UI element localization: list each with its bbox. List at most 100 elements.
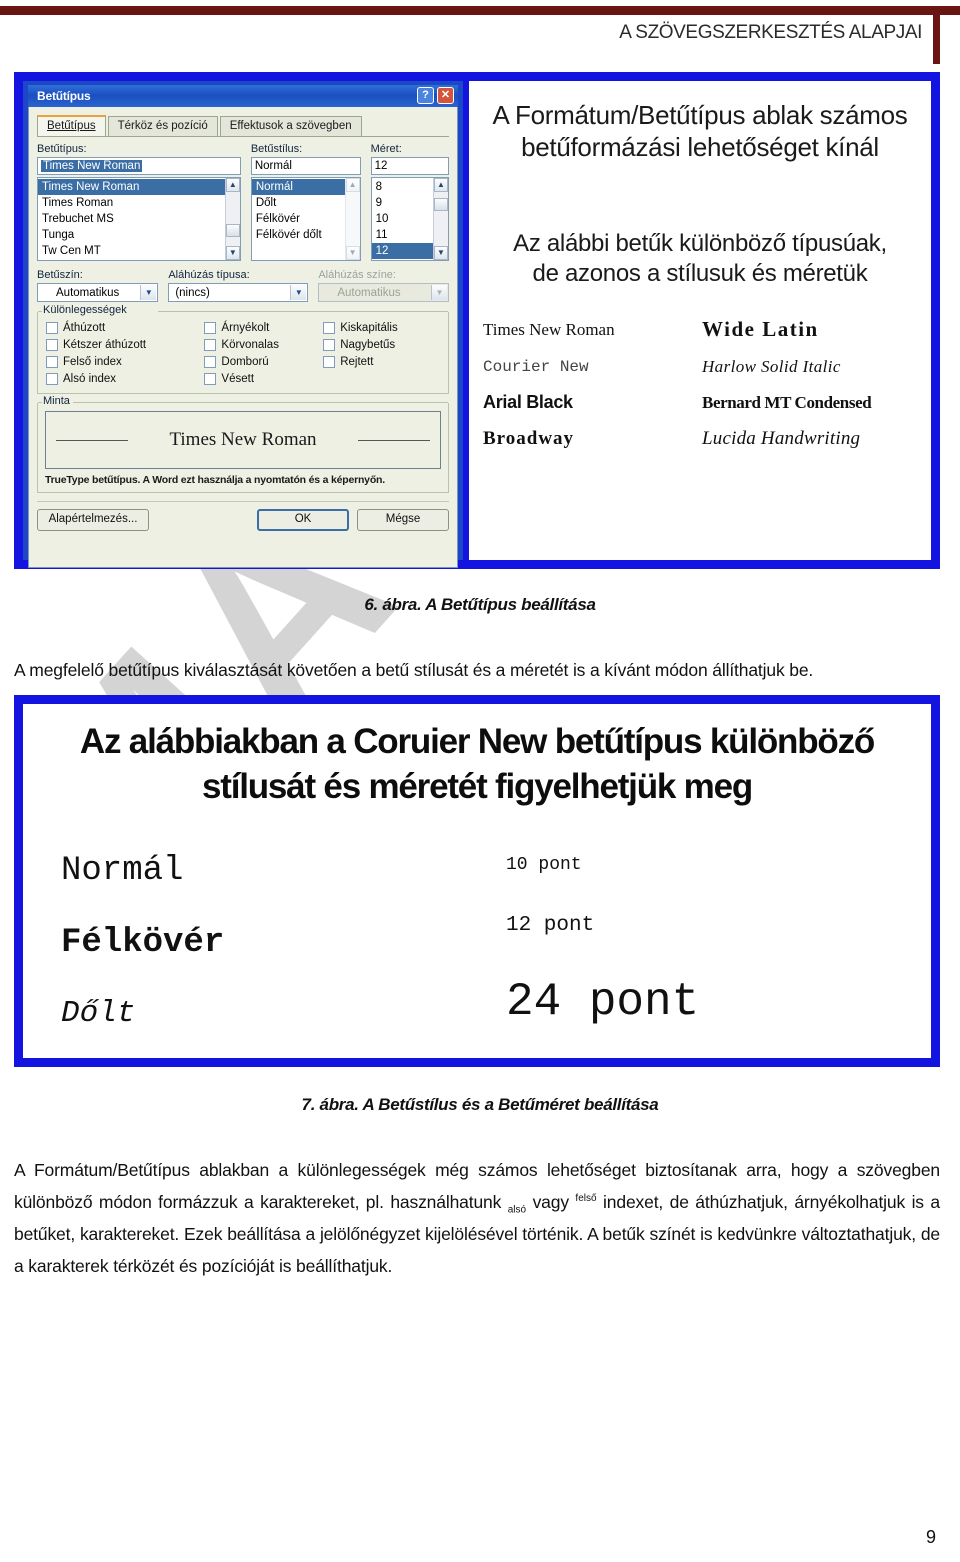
- checkbox-box[interactable]: [323, 322, 336, 334]
- font-list-scrollbar[interactable]: ▲ ▼: [224, 178, 240, 260]
- list-item[interactable]: Félkövér: [252, 211, 345, 227]
- font-column: Betűtípus: Times New Roman Times New Rom…: [37, 143, 241, 261]
- checkbox-label: Domború: [221, 356, 269, 368]
- checkbox-box[interactable]: [204, 339, 217, 351]
- checkbox-box[interactable]: [46, 322, 58, 334]
- font-sample-harlow-solid-italic: Harlow Solid Italic: [702, 357, 841, 377]
- checkbox-label: Felső index: [63, 356, 122, 368]
- font-color-label: Betűszín:: [37, 269, 83, 281]
- checkbox-label: Kiskapitális: [340, 322, 398, 334]
- style-list-scrollbar[interactable]: ▲ ▼: [344, 178, 360, 260]
- tab-terkoz-pozicio[interactable]: Térköz és pozíció: [107, 116, 218, 136]
- underline-color-label: Aláhúzás színe:: [318, 269, 396, 281]
- figure-7-sizes-column: 10 pont 12 pont 24 pont: [466, 835, 911, 1047]
- size-input[interactable]: 12: [370, 157, 450, 175]
- dialog-titlebar: Betűtípus ? ✕: [28, 85, 458, 107]
- font-sample-arial-black: Arial Black: [483, 392, 573, 413]
- paragraph-2-subscript: alsó: [507, 1204, 527, 1216]
- checkbox-kiskapitalis[interactable]: Kiskapitális: [323, 322, 442, 334]
- checkbox-athuzott[interactable]: Áthúzott: [46, 322, 204, 334]
- checkbox-vesett[interactable]: Vésett: [204, 373, 323, 385]
- dialog-body: Betűtípus Térköz és pozíció Effektusok a…: [28, 107, 458, 568]
- scrollbar-thumb[interactable]: [434, 198, 449, 211]
- style-input[interactable]: Normál: [250, 157, 361, 175]
- underline-type-select[interactable]: (nincs) ▼: [168, 283, 309, 302]
- checkbox-arnyekolt[interactable]: Árnyékolt: [204, 322, 323, 334]
- style-sample-italic: Dőlt: [61, 995, 136, 1031]
- defaults-button[interactable]: Alapértelmezés...: [37, 509, 149, 531]
- scroll-down-icon[interactable]: ▼: [225, 246, 240, 260]
- style-label: Betűstílus:: [250, 143, 303, 155]
- size-listbox[interactable]: 8 9 10 11 12 ▲ ▼: [370, 177, 450, 261]
- paragraph-2-part2: vagy: [526, 1191, 576, 1212]
- help-icon[interactable]: ?: [417, 87, 434, 104]
- style-listbox[interactable]: Normál Dőlt Félkövér Félkövér dőlt ▲ ▼: [250, 177, 361, 261]
- ok-button[interactable]: OK: [257, 509, 349, 531]
- chevron-down-icon: ▼: [431, 285, 447, 300]
- list-item[interactable]: Félkövér dőlt: [252, 227, 345, 243]
- figure-7-panel: Az alábbiakban a Coruier New betűtípus k…: [23, 703, 931, 1058]
- list-item[interactable]: Times New Roman: [38, 179, 225, 195]
- cancel-button[interactable]: Mégse: [357, 509, 449, 531]
- size-list-scrollbar[interactable]: ▲ ▼: [433, 178, 449, 260]
- close-icon[interactable]: ✕: [437, 87, 454, 104]
- checkbox-rejtett[interactable]: Rejtett: [323, 356, 442, 368]
- checkbox-box[interactable]: [204, 322, 217, 334]
- group-border-right: [158, 311, 448, 312]
- effects-column-3: Kiskapitális Nagybetűs Rejtett: [323, 322, 442, 385]
- list-item[interactable]: 9: [372, 195, 433, 211]
- font-sample-courier-new: Courier New: [483, 358, 589, 377]
- checkbox-nagybetus[interactable]: Nagybetűs: [323, 339, 442, 351]
- annotation-sub-line2: de azonos a stílusuk és méretük: [532, 260, 868, 288]
- chevron-down-icon[interactable]: ▼: [140, 285, 157, 300]
- preview-group: Minta Times New Roman TrueType betűtípus…: [37, 395, 449, 493]
- checkbox-box[interactable]: [46, 356, 58, 368]
- paragraph-2: A Formátum/Betűtípus ablakban a különleg…: [14, 1155, 940, 1283]
- style-sample-bold: Félkövér: [61, 924, 225, 963]
- list-item[interactable]: 11: [372, 227, 433, 243]
- checkbox-box[interactable]: [323, 356, 336, 368]
- list-item[interactable]: 10: [372, 211, 433, 227]
- scroll-down-icon[interactable]: ▼: [434, 246, 449, 260]
- font-label: Betűtípus:: [37, 143, 87, 155]
- list-item[interactable]: Tunga: [38, 227, 225, 243]
- list-item[interactable]: 8: [372, 179, 433, 195]
- caption-figure-6: 6. ábra. A Betűtípus beállítása: [364, 595, 596, 614]
- scroll-up-icon[interactable]: ▲: [434, 178, 449, 192]
- preview-rule-left: [56, 440, 128, 441]
- scrollbar-thumb[interactable]: [225, 224, 240, 237]
- style-list-items: Normál Dőlt Félkövér Félkövér dőlt: [251, 178, 345, 260]
- list-item[interactable]: Tw Cen MT: [38, 243, 225, 259]
- checkbox-also-index[interactable]: Alsó index: [46, 373, 204, 385]
- group-border-left: [38, 311, 42, 312]
- list-item[interactable]: Dőlt: [252, 195, 345, 211]
- checkbox-box[interactable]: [46, 339, 58, 351]
- list-item[interactable]: Times Roman: [38, 195, 225, 211]
- font-listbox[interactable]: Times New Roman Times Roman Trebuchet MS…: [37, 177, 241, 261]
- checkbox-felso-index[interactable]: Felső index: [46, 356, 204, 368]
- figure-7-styles-column: Normál Félkövér Dőlt: [43, 835, 466, 1047]
- preview-sample-text: Times New Roman: [169, 429, 317, 450]
- list-item[interactable]: Trebuchet MS: [38, 211, 225, 227]
- scroll-up-icon[interactable]: ▲: [345, 178, 360, 192]
- checkbox-ketszer-athuzott[interactable]: Kétszer áthúzott: [46, 339, 204, 351]
- checkbox-box[interactable]: [323, 339, 336, 351]
- tab-effektusok[interactable]: Effektusok a szövegben: [219, 116, 362, 136]
- list-item[interactable]: 12: [371, 243, 434, 259]
- checkbox-box[interactable]: [204, 356, 217, 368]
- preview-rule-right: [358, 440, 430, 441]
- checkbox-box[interactable]: [204, 373, 217, 385]
- effects-group-title: Különlegességek: [43, 304, 131, 316]
- checkbox-box[interactable]: [46, 373, 58, 385]
- font-sample-wide-latin: Wide Latin: [702, 317, 819, 342]
- figure-7-sample-grid: Normál Félkövér Dőlt 10 pont 12 pont 24 …: [43, 835, 911, 1047]
- tab-betutipus[interactable]: Betűtípus: [37, 115, 106, 136]
- font-input[interactable]: Times New Roman: [37, 157, 241, 175]
- list-item[interactable]: Normál: [251, 179, 345, 195]
- scroll-up-icon[interactable]: ▲: [225, 178, 240, 192]
- scroll-down-icon[interactable]: ▼: [345, 246, 360, 260]
- font-color-select[interactable]: Automatikus ▼: [37, 283, 159, 302]
- checkbox-korvonalas[interactable]: Körvonalas: [204, 339, 323, 351]
- checkbox-dombaru[interactable]: Domború: [204, 356, 323, 368]
- chevron-down-icon[interactable]: ▼: [290, 285, 307, 300]
